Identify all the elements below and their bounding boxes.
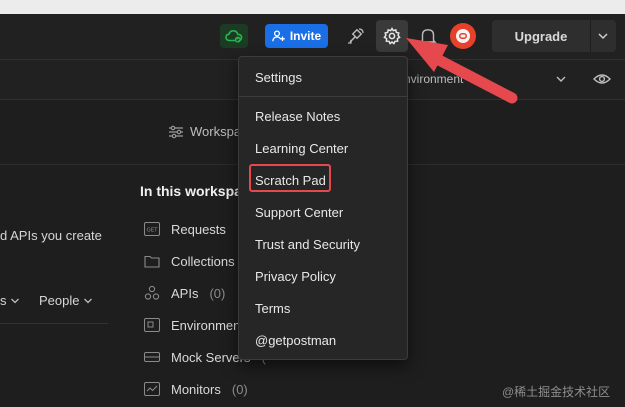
annotation-arrow: [406, 38, 518, 104]
